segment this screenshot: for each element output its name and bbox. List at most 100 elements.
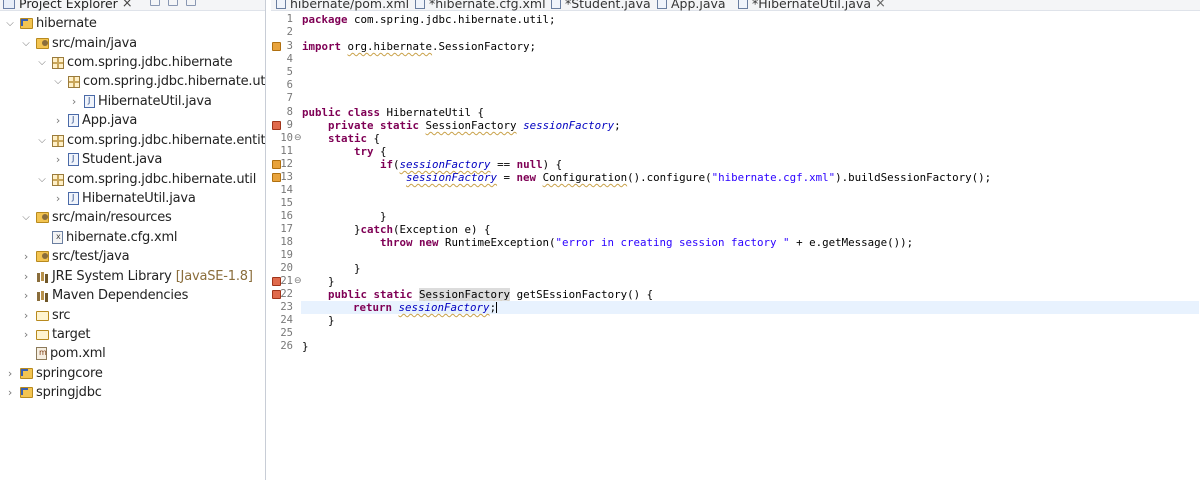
tree-item-label: com.spring.jdbc.hibernate.util <box>67 172 257 187</box>
chevron-right-icon[interactable]: › <box>20 309 32 322</box>
tab-hibernateutil-java[interactable]: *HibernateUtil.java × <box>738 0 886 11</box>
project-explorer-tab[interactable]: Project Explorer × <box>0 0 133 11</box>
view-menu-icon[interactable] <box>186 0 196 6</box>
tab-student-java[interactable]: *Student.java <box>551 0 651 11</box>
tree-item-src-main-java[interactable]: ⌵ src/main/java <box>20 34 137 53</box>
tree-item-src[interactable]: › src <box>20 306 71 325</box>
code-line-12: if(sessionFactory == null) { <box>302 158 562 171</box>
tree-item-src-main-resources[interactable]: ⌵ src/main/resources <box>20 208 172 227</box>
java-file-icon <box>657 0 667 9</box>
code-line-23: } <box>302 314 335 327</box>
code-line-11: try { <box>302 145 387 158</box>
keyword: public static <box>328 288 413 301</box>
code-text: com.spring.jdbc.hibernate.util; <box>347 13 556 26</box>
tree-item-app-java[interactable]: › App.java <box>52 111 137 130</box>
explorer-header: Project Explorer × <box>0 0 265 11</box>
code-editor: hibernate/pom.xml *hibernate.cfg.xml *St… <box>271 0 1200 480</box>
link-with-editor-icon[interactable] <box>168 0 178 6</box>
tab-label: App.java <box>671 0 726 11</box>
tree-item-hibernateutil-java-2[interactable]: › HibernateUtil.java <box>52 189 196 208</box>
chevron-right-icon[interactable]: › <box>4 367 16 380</box>
close-icon[interactable]: × <box>875 0 886 11</box>
code-line-19: } <box>302 262 361 275</box>
code-line-1: package com.spring.jdbc.hibernate.util; <box>302 13 556 26</box>
tree-item-package-util-2[interactable]: ⌵ com.spring.jdbc.hibernate.util <box>36 170 256 189</box>
code-area[interactable]: package com.spring.jdbc.hibernate.util; … <box>301 12 1200 480</box>
tree-item-label: src/test/java <box>52 249 130 264</box>
line-number: 1 <box>286 13 293 25</box>
line-number: 26 <box>280 340 293 352</box>
chevron-right-icon[interactable]: › <box>20 250 32 263</box>
code-text: (Exception e) { <box>393 223 491 236</box>
tab-label: hibernate/pom.xml <box>290 0 410 11</box>
tab-label: *HibernateUtil.java <box>752 0 872 11</box>
tree-item-hibernate-cfg-xml[interactable]: hibernate.cfg.xml <box>52 228 178 247</box>
tree-item-src-test-java[interactable]: › src/test/java <box>20 247 130 266</box>
tree-item-jre-library[interactable]: › JRE System Library [JavaSE-1.8] <box>20 267 253 286</box>
tree-item-label: springcore <box>36 366 103 381</box>
fold-toggle-icon[interactable]: ⊖ <box>294 275 302 288</box>
code-text: SessionFactory <box>425 119 517 132</box>
field-name: sessionFactory <box>406 171 498 184</box>
code-line-15: } <box>302 210 387 223</box>
chevron-right-icon[interactable]: › <box>68 95 80 108</box>
tree-item-maven-dependencies[interactable]: › Maven Dependencies <box>20 286 188 305</box>
chevron-right-icon[interactable]: › <box>20 328 32 341</box>
line-number: 19 <box>280 249 293 261</box>
chevron-down-icon[interactable]: ⌵ <box>52 76 64 87</box>
chevron-right-icon[interactable]: › <box>52 153 64 166</box>
tree-item-hibernate-project[interactable]: ⌵ hibernate <box>4 14 97 33</box>
tree-item-package-hibernate[interactable]: ⌵ com.spring.jdbc.hibernate <box>36 53 232 72</box>
chevron-down-icon[interactable]: ⌵ <box>4 18 16 29</box>
chevron-down-icon[interactable]: ⌵ <box>36 135 48 146</box>
chevron-right-icon[interactable]: › <box>52 192 64 205</box>
line-number: 9 <box>286 119 293 131</box>
tree-item-pom-xml[interactable]: pom.xml <box>36 344 106 363</box>
project-explorer-icon <box>3 0 15 9</box>
package-icon <box>68 75 80 88</box>
tree-item-hibernateutil-java[interactable]: › HibernateUtil.java <box>68 92 212 111</box>
code-text: HibernateUtil { <box>380 106 485 119</box>
chevron-down-icon[interactable]: ⌵ <box>20 212 32 223</box>
code-text: } <box>354 262 361 275</box>
chevron-down-icon[interactable]: ⌵ <box>36 57 48 68</box>
tree-item-label: com.spring.jdbc.hibernate.util <box>83 74 265 89</box>
tree-item-package-util[interactable]: ⌵ com.spring.jdbc.hibernate.util <box>52 72 265 91</box>
tree-item-student-java[interactable]: › Student.java <box>52 150 162 169</box>
java-file-icon <box>68 114 79 127</box>
chevron-right-icon[interactable]: › <box>4 386 16 399</box>
code-text: = <box>497 171 517 184</box>
collapse-all-icon[interactable] <box>150 0 160 6</box>
tab-app-java[interactable]: App.java <box>657 0 726 11</box>
tab-pom-xml[interactable]: hibernate/pom.xml <box>276 0 409 11</box>
chevron-right-icon[interactable]: › <box>20 270 32 283</box>
tree-item-label: springjdbc <box>36 385 102 400</box>
keyword: private static <box>328 119 420 132</box>
chevron-right-icon[interactable]: › <box>52 114 64 127</box>
code-text: getSEssionFactory() { <box>510 288 654 301</box>
panel-divider[interactable] <box>265 0 266 480</box>
tree-item-label: Student.java <box>82 152 163 167</box>
tree-item-springcore-project[interactable]: › springcore <box>4 364 103 383</box>
source-folder-icon <box>36 251 49 262</box>
tab-hibernate-cfg-xml[interactable]: *hibernate.cfg.xml <box>415 0 546 11</box>
line-number: 5 <box>286 66 293 78</box>
fold-toggle-icon[interactable]: ⊖ <box>294 132 302 145</box>
package-icon <box>52 56 64 69</box>
chevron-down-icon[interactable]: ⌵ <box>36 174 48 185</box>
chevron-right-icon[interactable]: › <box>20 289 32 302</box>
code-text: .SessionFactory; <box>432 40 537 53</box>
line-number: 12 <box>280 158 293 170</box>
line-number: 18 <box>280 236 293 248</box>
tree-item-package-entities[interactable]: ⌵ com.spring.jdbc.hibernate.entities <box>36 131 265 150</box>
code-line-22-current: return sessionFactory; <box>301 301 1199 315</box>
code-line-21: public static SessionFactory getSEssionF… <box>302 288 653 301</box>
tree-item-target[interactable]: › target <box>20 325 91 344</box>
chevron-down-icon[interactable]: ⌵ <box>20 38 32 49</box>
keyword: throw new <box>380 236 439 249</box>
tree-item-springjdbc-project[interactable]: › springjdbc <box>4 383 102 402</box>
close-icon[interactable]: × <box>122 0 133 11</box>
project-explorer: Project Explorer × ⌵ hibernate ⌵ src/mai… <box>0 0 265 480</box>
line-number: 21 <box>280 275 293 287</box>
tab-label: *hibernate.cfg.xml <box>429 0 546 11</box>
